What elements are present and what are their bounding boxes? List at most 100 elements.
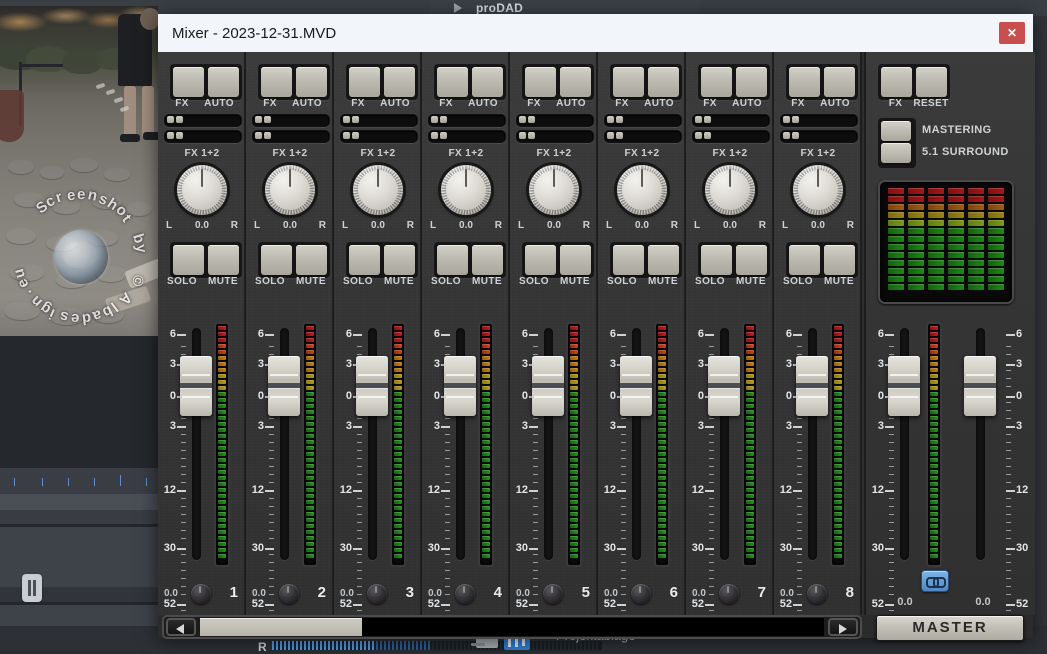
fx-button[interactable] <box>525 67 556 97</box>
fx-send-slider-1[interactable] <box>516 114 594 127</box>
solo-button[interactable] <box>349 245 380 275</box>
pan-knob[interactable] <box>705 165 755 215</box>
channel-fader[interactable] <box>444 356 476 416</box>
mute-button[interactable] <box>296 245 327 275</box>
close-button[interactable]: ✕ <box>999 22 1025 44</box>
channel-trim-knob[interactable] <box>455 584 475 604</box>
pan-knob[interactable] <box>177 165 227 215</box>
fx-slider-handle-b[interactable] <box>264 116 271 123</box>
channel-fader[interactable] <box>356 356 388 416</box>
fx-slider-handle-a[interactable] <box>255 116 262 123</box>
fx-slider-handle-b[interactable] <box>440 116 447 123</box>
fx-slider-handle-a[interactable] <box>519 132 526 139</box>
auto-button[interactable] <box>384 67 415 97</box>
mute-button[interactable] <box>560 245 591 275</box>
fx-slider-handle-a[interactable] <box>783 132 790 139</box>
master-fader-right[interactable] <box>964 356 996 416</box>
channel-fader[interactable] <box>620 356 652 416</box>
solo-button[interactable] <box>525 245 556 275</box>
fx-slider-handle-b[interactable] <box>616 116 623 123</box>
fx-button[interactable] <box>261 67 292 97</box>
fx-send-slider-2[interactable] <box>340 130 418 143</box>
solo-button[interactable] <box>789 245 820 275</box>
channel-trim-knob[interactable] <box>191 584 211 604</box>
fx-send-slider-2[interactable] <box>516 130 594 143</box>
surround-button[interactable] <box>881 143 911 163</box>
fx-slider-handle-a[interactable] <box>431 116 438 123</box>
solo-button[interactable] <box>613 245 644 275</box>
fx-slider-handle-a[interactable] <box>607 132 614 139</box>
channel-trim-knob[interactable] <box>543 584 563 604</box>
channel-trim-knob[interactable] <box>631 584 651 604</box>
mute-button[interactable] <box>648 245 679 275</box>
auto-button[interactable] <box>648 67 679 97</box>
pan-knob[interactable] <box>529 165 579 215</box>
fx-slider-handle-a[interactable] <box>255 132 262 139</box>
master-fx-button[interactable] <box>881 67 912 97</box>
channel-fader[interactable] <box>532 356 564 416</box>
mixer-titlebar[interactable]: Mixer - 2023-12-31.MVD ✕ <box>158 14 1033 52</box>
channel-trim-knob[interactable] <box>367 584 387 604</box>
solo-button[interactable] <box>173 245 204 275</box>
fx-send-slider-2[interactable] <box>692 130 770 143</box>
fx-slider-handle-b[interactable] <box>352 116 359 123</box>
auto-button[interactable] <box>208 67 239 97</box>
fx-button[interactable] <box>437 67 468 97</box>
mute-button[interactable] <box>472 245 503 275</box>
fx-slider-handle-a[interactable] <box>607 116 614 123</box>
fx-send-slider-2[interactable] <box>428 130 506 143</box>
fx-slider-handle-b[interactable] <box>176 116 183 123</box>
fx-button[interactable] <box>349 67 380 97</box>
scroll-right-button[interactable] <box>828 618 858 636</box>
fx-slider-handle-b[interactable] <box>352 132 359 139</box>
channel-fader[interactable] <box>268 356 300 416</box>
auto-button[interactable] <box>560 67 591 97</box>
fx-slider-handle-a[interactable] <box>167 132 174 139</box>
fx-send-slider-1[interactable] <box>780 114 858 127</box>
pan-knob[interactable] <box>617 165 667 215</box>
channel-fader[interactable] <box>708 356 740 416</box>
fx-slider-handle-a[interactable] <box>519 116 526 123</box>
fx-slider-handle-b[interactable] <box>176 132 183 139</box>
pause-button[interactable] <box>22 574 42 602</box>
fx-slider-handle-a[interactable] <box>783 116 790 123</box>
solo-button[interactable] <box>437 245 468 275</box>
master-fader-left[interactable] <box>888 356 920 416</box>
fx-send-slider-1[interactable] <box>164 114 242 127</box>
fx-slider-handle-b[interactable] <box>704 116 711 123</box>
fx-button[interactable] <box>701 67 732 97</box>
fx-slider-handle-b[interactable] <box>792 132 799 139</box>
fx-slider-handle-a[interactable] <box>167 116 174 123</box>
fx-slider-handle-b[interactable] <box>792 116 799 123</box>
pan-knob[interactable] <box>353 165 403 215</box>
scroll-left-button[interactable] <box>166 618 196 636</box>
fx-send-slider-1[interactable] <box>604 114 682 127</box>
fx-slider-handle-b[interactable] <box>264 132 271 139</box>
auto-button[interactable] <box>736 67 767 97</box>
fx-slider-handle-b[interactable] <box>616 132 623 139</box>
fx-slider-handle-a[interactable] <box>431 132 438 139</box>
fx-send-slider-1[interactable] <box>252 114 330 127</box>
pan-knob[interactable] <box>441 165 491 215</box>
horizontal-scrollbar[interactable] <box>162 615 862 639</box>
fx-slider-handle-b[interactable] <box>528 116 535 123</box>
fx-slider-handle-a[interactable] <box>343 116 350 123</box>
channel-trim-knob[interactable] <box>719 584 739 604</box>
mute-button[interactable] <box>736 245 767 275</box>
pan-knob[interactable] <box>793 165 843 215</box>
fx-slider-handle-b[interactable] <box>440 132 447 139</box>
fx-slider-handle-b[interactable] <box>528 132 535 139</box>
channel-trim-knob[interactable] <box>279 584 299 604</box>
stereo-link-button[interactable] <box>921 570 949 592</box>
scrollbar-thumb[interactable] <box>200 618 362 636</box>
fx-slider-handle-b[interactable] <box>704 132 711 139</box>
fx-send-slider-2[interactable] <box>780 130 858 143</box>
auto-button[interactable] <box>296 67 327 97</box>
fx-send-slider-1[interactable] <box>340 114 418 127</box>
fx-send-slider-1[interactable] <box>692 114 770 127</box>
fx-slider-handle-a[interactable] <box>695 132 702 139</box>
mute-button[interactable] <box>384 245 415 275</box>
mastering-button[interactable] <box>881 121 911 141</box>
channel-fader[interactable] <box>180 356 212 416</box>
fx-send-slider-2[interactable] <box>604 130 682 143</box>
